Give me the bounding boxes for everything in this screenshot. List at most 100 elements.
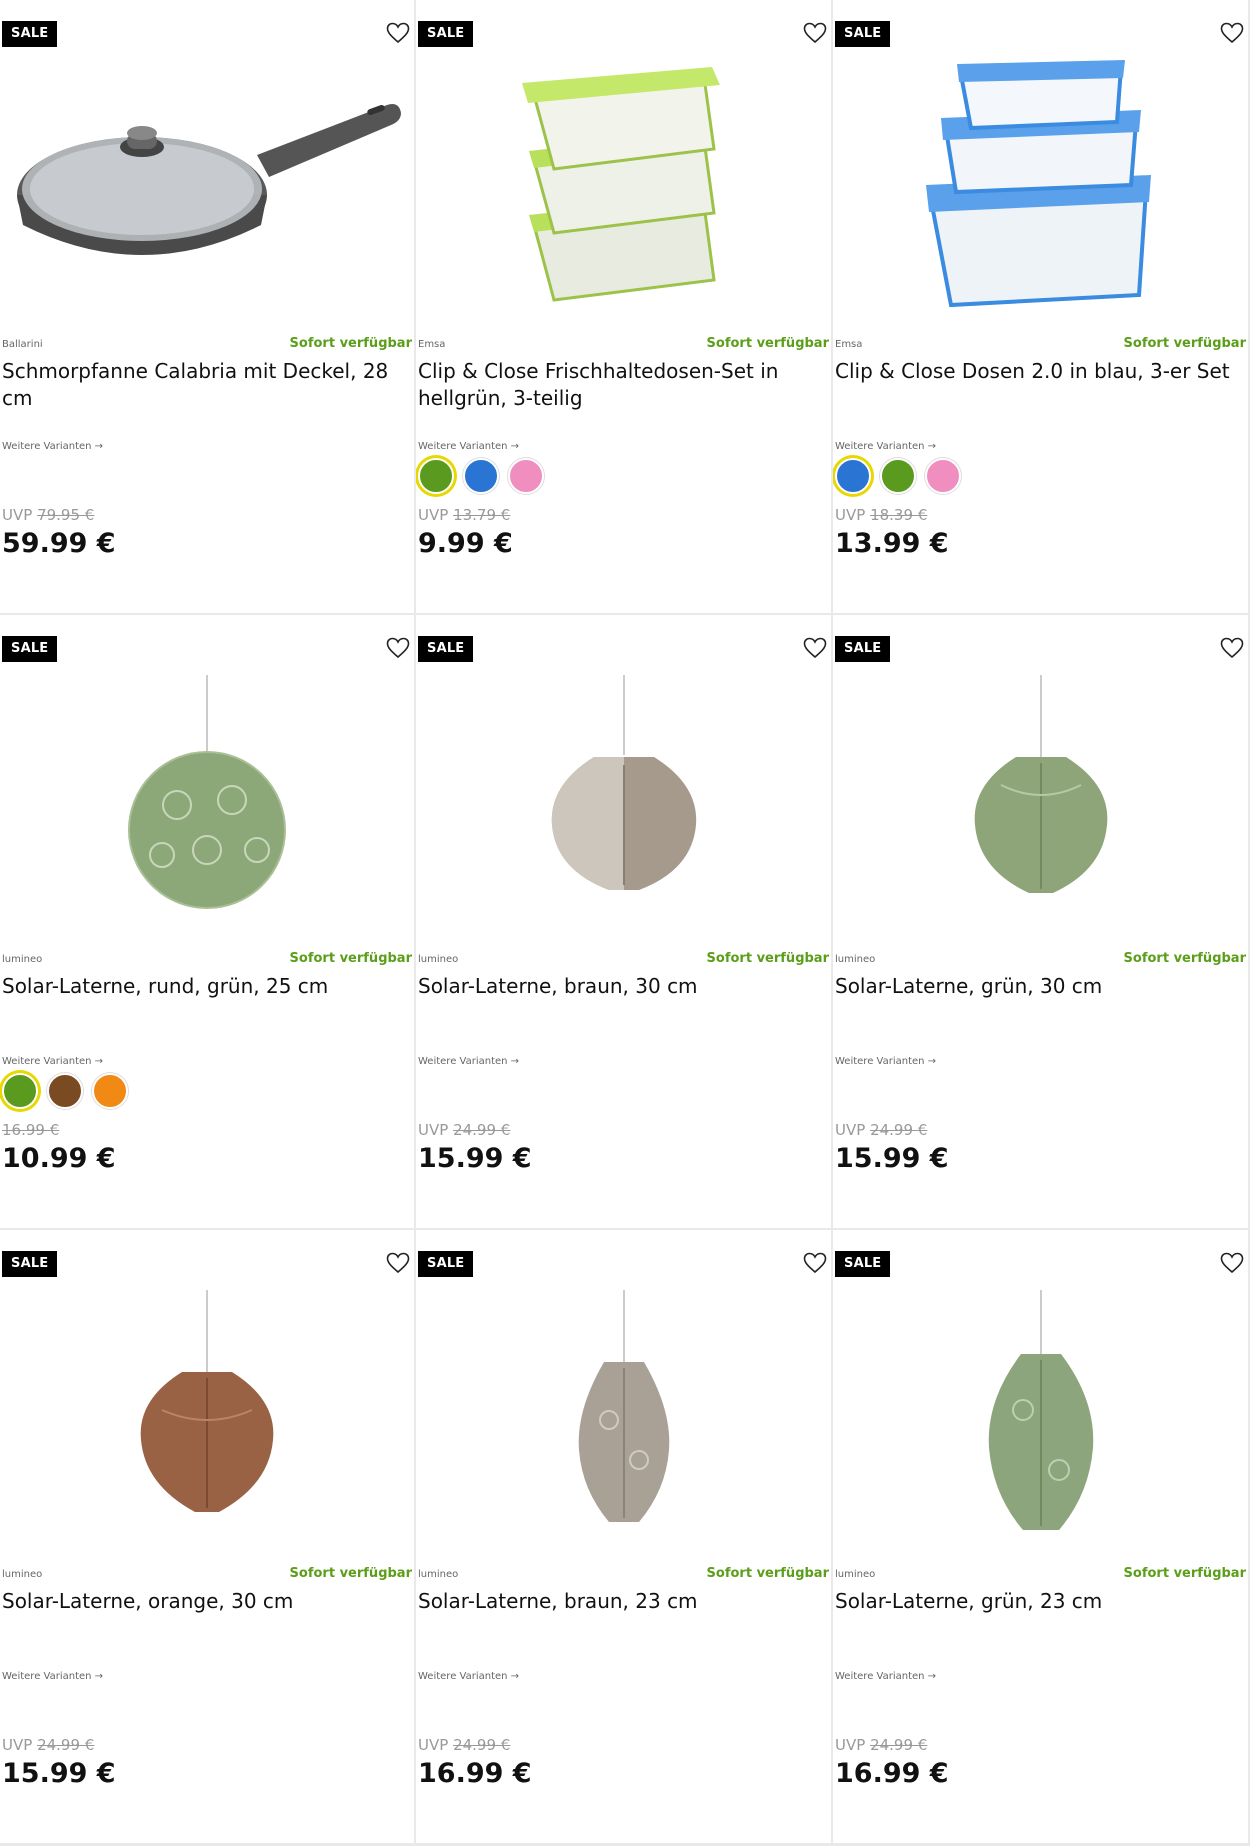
variants-link[interactable]: Weitere Varianten → (835, 1671, 936, 1682)
uvp-label: UVP (835, 1121, 866, 1139)
variants-link[interactable]: Weitere Varianten → (418, 1056, 519, 1067)
variants-link[interactable]: Weitere Varianten → (835, 441, 936, 452)
product-title[interactable]: Clip & Close Frischhaltedosen-Set in hel… (418, 358, 823, 412)
uvp-label: UVP (835, 506, 866, 524)
uvp-price: UVP 24.99 € (835, 1736, 927, 1754)
old-price: 13.79 € (453, 506, 511, 524)
availability-label: Sofort verfügbar (706, 951, 829, 966)
availability-label: Sofort verfügbar (289, 951, 412, 966)
swatch-green[interactable] (418, 458, 454, 494)
swatch-green[interactable] (2, 1073, 38, 1109)
product-title[interactable]: Solar-Laterne, rund, grün, 25 cm (2, 973, 406, 1000)
lantern-oval-green-icon[interactable] (833, 1270, 1248, 1560)
variants-link[interactable]: Weitere Varianten → (418, 441, 519, 452)
availability-label: Sofort verfügbar (1123, 951, 1246, 966)
product-card[interactable]: SALE lumineo Sofort verfügbar Solar-Late… (0, 615, 416, 1230)
pan-icon[interactable] (0, 40, 414, 330)
brand-label: Emsa (418, 339, 446, 350)
uvp-label: UVP (835, 1736, 866, 1754)
variants-link[interactable]: Weitere Varianten → (2, 1056, 103, 1067)
current-price: 15.99 € (835, 1143, 949, 1174)
variants-link[interactable]: Weitere Varianten → (835, 1056, 936, 1067)
uvp-price: UVP 13.79 € (418, 506, 510, 524)
lantern-orange-icon[interactable] (0, 1270, 414, 1560)
variants-link[interactable]: Weitere Varianten → (2, 1671, 103, 1682)
green-container-icon[interactable] (416, 40, 831, 330)
lantern-oval-brown-icon[interactable] (416, 1270, 831, 1560)
product-card[interactable]: SALE lumineo Sofort verfügbar Solar-Late… (833, 1230, 1250, 1845)
product-title[interactable]: Solar-Laterne, orange, 30 cm (2, 1588, 406, 1615)
availability-label: Sofort verfügbar (289, 1566, 412, 1581)
lantern-green-icon[interactable] (833, 655, 1248, 945)
lantern-round-green-icon[interactable] (0, 655, 414, 945)
uvp-price: 16.99 € (2, 1121, 59, 1139)
old-price: 24.99 € (453, 1121, 511, 1139)
product-title[interactable]: Clip & Close Dosen 2.0 in blau, 3-er Set (835, 358, 1240, 385)
current-price: 15.99 € (418, 1143, 532, 1174)
uvp-price: UVP 18.39 € (835, 506, 927, 524)
product-title[interactable]: Solar-Laterne, braun, 30 cm (418, 973, 823, 1000)
availability-label: Sofort verfügbar (1123, 1566, 1246, 1581)
availability-label: Sofort verfügbar (289, 336, 412, 351)
old-price: 24.99 € (453, 1736, 511, 1754)
product-card[interactable]: SALE Emsa Sofort verfügbar Clip & Close … (416, 0, 833, 615)
brand-label: lumineo (2, 1569, 43, 1580)
current-price: 16.99 € (835, 1758, 949, 1789)
brand-label: Ballarini (2, 339, 43, 350)
availability-label: Sofort verfügbar (1123, 336, 1246, 351)
uvp-price: UVP 24.99 € (835, 1121, 927, 1139)
uvp-price: UVP 24.99 € (418, 1121, 510, 1139)
old-price: 79.95 € (37, 506, 95, 524)
uvp-label: UVP (2, 1736, 33, 1754)
variants-link[interactable]: Weitere Varianten → (2, 441, 103, 452)
old-price: 16.99 € (2, 1121, 60, 1139)
swatch-green[interactable] (880, 458, 916, 494)
uvp-label: UVP (418, 506, 449, 524)
swatch-brown[interactable] (47, 1073, 83, 1109)
availability-label: Sofort verfügbar (706, 336, 829, 351)
swatch-pink[interactable] (508, 458, 544, 494)
lantern-brown-icon[interactable] (416, 655, 831, 945)
product-card[interactable]: SALE lumineo Sofort verfügbar Solar-Late… (416, 615, 833, 1230)
brand-label: Emsa (835, 339, 863, 350)
brand-label: lumineo (418, 954, 459, 965)
product-title[interactable]: Solar-Laterne, braun, 23 cm (418, 1588, 823, 1615)
old-price: 24.99 € (37, 1736, 95, 1754)
blue-container-icon[interactable] (833, 40, 1248, 330)
brand-label: lumineo (2, 954, 43, 965)
availability-label: Sofort verfügbar (706, 1566, 829, 1581)
brand-label: lumineo (835, 954, 876, 965)
uvp-price: UVP 79.95 € (2, 506, 94, 524)
color-swatches (835, 458, 961, 494)
swatch-blue[interactable] (463, 458, 499, 494)
current-price: 59.99 € (2, 528, 116, 559)
product-card[interactable]: SALE lumineo Sofort verfügbar Solar-Late… (833, 615, 1250, 1230)
product-title[interactable]: Solar-Laterne, grün, 23 cm (835, 1588, 1240, 1615)
product-card[interactable]: SALE lumineo Sofort verfügbar Solar-Late… (416, 1230, 833, 1845)
product-card[interactable]: SALE lumineo Sofort verfügbar Solar-Late… (0, 1230, 416, 1845)
product-grid: SALE Ballarini Sofort verfügbar Schmorpf… (0, 0, 1250, 1845)
swatch-pink[interactable] (925, 458, 961, 494)
current-price: 13.99 € (835, 528, 949, 559)
product-title[interactable]: Solar-Laterne, grün, 30 cm (835, 973, 1240, 1000)
variants-link[interactable]: Weitere Varianten → (418, 1671, 519, 1682)
uvp-label: UVP (2, 506, 33, 524)
color-swatches (418, 458, 544, 494)
uvp-label: UVP (418, 1736, 449, 1754)
old-price: 24.99 € (870, 1736, 928, 1754)
old-price: 18.39 € (870, 506, 928, 524)
swatch-blue[interactable] (835, 458, 871, 494)
current-price: 16.99 € (418, 1758, 532, 1789)
brand-label: lumineo (418, 1569, 459, 1580)
uvp-label: UVP (418, 1121, 449, 1139)
color-swatches (2, 1073, 128, 1109)
current-price: 15.99 € (2, 1758, 116, 1789)
swatch-orange[interactable] (92, 1073, 128, 1109)
current-price: 9.99 € (418, 528, 513, 559)
uvp-price: UVP 24.99 € (418, 1736, 510, 1754)
brand-label: lumineo (835, 1569, 876, 1580)
product-title[interactable]: Schmorpfanne Calabria mit Deckel, 28 cm (2, 358, 406, 412)
product-card[interactable]: SALE Ballarini Sofort verfügbar Schmorpf… (0, 0, 416, 615)
current-price: 10.99 € (2, 1143, 116, 1174)
product-card[interactable]: SALE Emsa Sofort verfügbar Clip & Close … (833, 0, 1250, 615)
